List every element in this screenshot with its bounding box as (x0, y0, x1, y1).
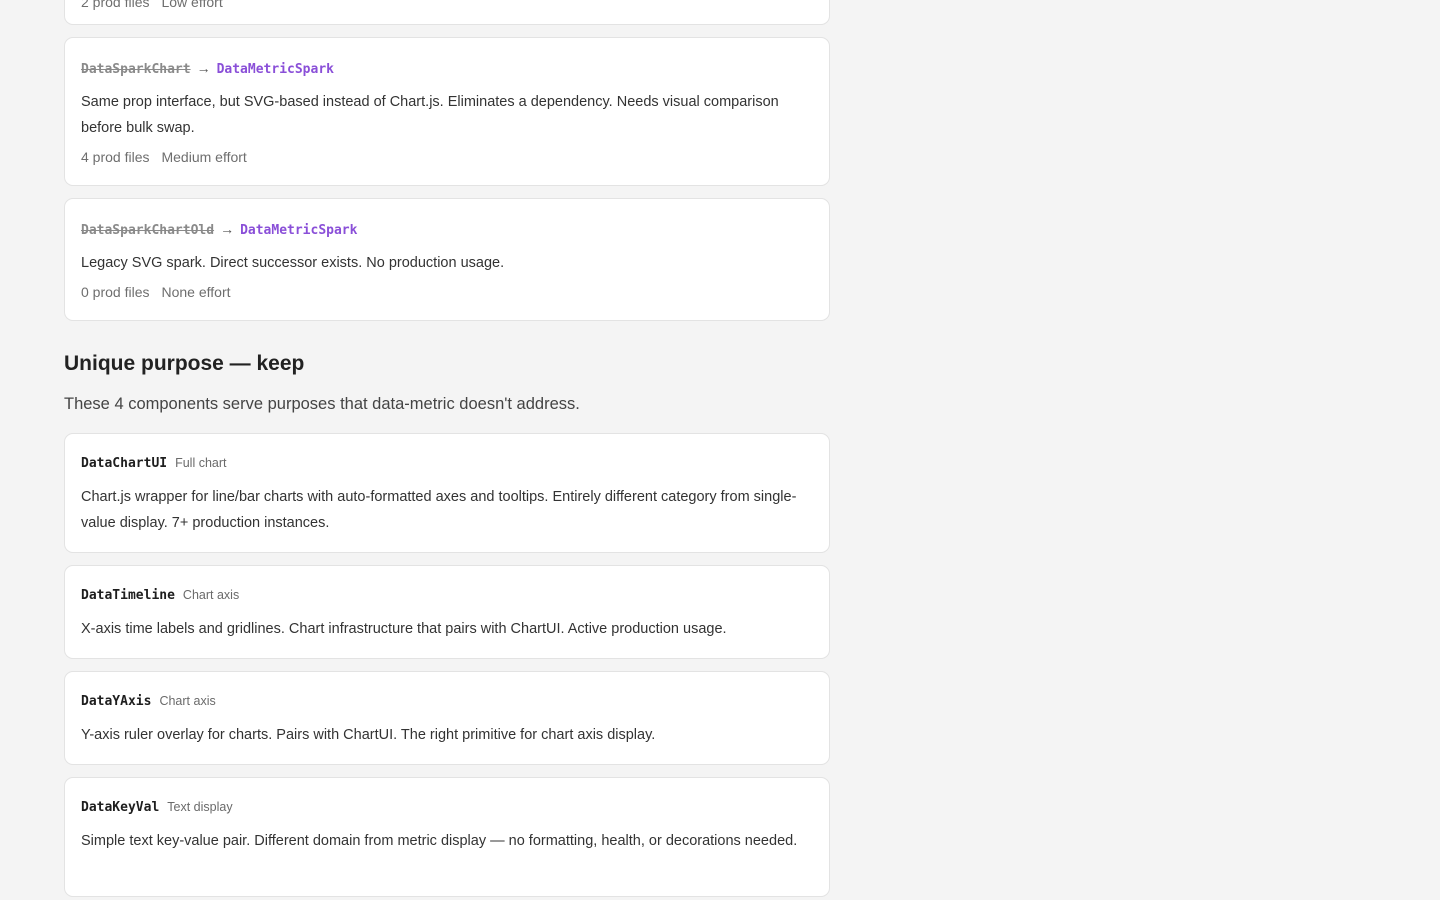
migration-card-partial: 2 prod files Low effort (64, 0, 830, 25)
section-description: These 4 components serve purposes that d… (64, 395, 580, 413)
migration-header: DataSparkChart → DataMetricSpark (81, 60, 334, 77)
component-description: X-axis time labels and gridlines. Chart … (81, 621, 727, 637)
component-description: Simple text key-value pair. Different do… (81, 833, 798, 849)
old-component-name: DataSparkChart (81, 62, 191, 77)
component-header: DataKeyVal Text display (81, 800, 233, 815)
prod-files-count: 2 prod files (81, 0, 150, 10)
component-name: DataChartUI (81, 456, 168, 471)
prod-files-count: 4 prod files (81, 149, 150, 165)
component-name: DataKeyVal (81, 800, 160, 815)
old-component-name: DataSparkChartOld (81, 223, 215, 238)
component-card: DataTimeline Chart axis X-axis time labe… (64, 565, 830, 659)
effort-level: Medium effort (161, 149, 247, 165)
component-name: DataTimeline (81, 588, 175, 603)
component-description: Y-axis ruler overlay for charts. Pairs w… (81, 727, 656, 743)
component-header: DataChartUI Full chart (81, 456, 227, 471)
category-tag: Chart axis (182, 588, 240, 602)
category-tag: Text display (167, 800, 233, 814)
migration-meta: 0 prod files None effort (81, 284, 231, 300)
migration-description: Legacy SVG spark. Direct successor exist… (81, 255, 505, 271)
effort-level: None effort (161, 284, 231, 300)
arrow-right-icon: → (220, 221, 235, 237)
migration-meta: 2 prod files Low effort (81, 0, 223, 10)
component-card: DataKeyVal Text display Simple text key-… (64, 777, 830, 897)
migration-description: Same prop interface, but SVG-based inste… (81, 94, 779, 136)
category-tag: Chart axis (159, 694, 216, 708)
migration-card: DataSparkChart → DataMetricSpark Same pr… (64, 37, 830, 186)
component-header: DataTimeline Chart axis (81, 588, 239, 603)
new-component-name: DataMetricSpark (216, 62, 334, 77)
component-card: DataChartUI Full chart Chart.js wrapper … (64, 433, 830, 553)
prod-files-count: 0 prod files (81, 284, 150, 300)
migration-meta: 4 prod files Medium effort (81, 149, 247, 165)
component-card: DataYAxis Chart axis Y-axis ruler overla… (64, 671, 830, 765)
arrow-right-icon: → (196, 60, 211, 76)
migration-card: DataSparkChartOld → DataMetricSpark Lega… (64, 198, 830, 321)
component-description: Chart.js wrapper for line/bar charts wit… (81, 489, 797, 531)
component-name: DataYAxis (81, 694, 152, 709)
component-header: DataYAxis Chart axis (81, 694, 216, 709)
new-component-name: DataMetricSpark (240, 223, 358, 238)
section-title: Unique purpose — keep (64, 352, 305, 375)
effort-level: Low effort (161, 0, 223, 10)
category-tag: Full chart (175, 456, 227, 470)
migration-header: DataSparkChartOld → DataMetricSpark (81, 221, 357, 238)
